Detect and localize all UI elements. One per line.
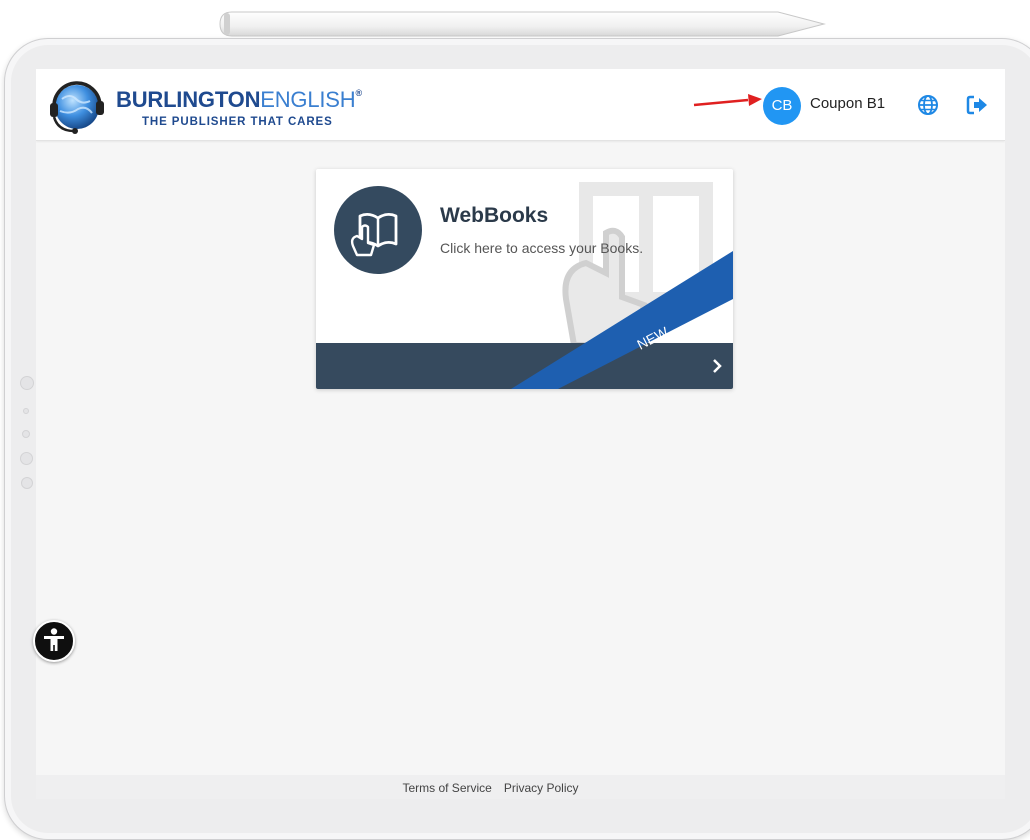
footer-links: Terms of Service Privacy Policy — [36, 781, 945, 795]
card-title: WebBooks — [440, 204, 549, 227]
brand-name-light: ENGLISH — [260, 87, 356, 112]
card-description: Click here to access your Books. — [440, 240, 644, 256]
book-watermark-icon — [562, 182, 713, 344]
brand-tagline: THE PUBLISHER THAT CARES — [142, 116, 333, 128]
brand-name: BURLINGTONENGLISH® — [116, 87, 362, 113]
accessibility-icon[interactable] — [33, 620, 75, 662]
burlington-english-logo[interactable]: BURLINGTONENGLISH® THE PUBLISHER THAT CA… — [46, 75, 362, 137]
tablet-side-button — [23, 408, 29, 414]
stylus-pencil — [219, 11, 826, 37]
book-hand-icon — [334, 186, 422, 274]
tablet-side-button — [20, 376, 34, 390]
globe-icon[interactable] — [917, 94, 939, 116]
username-label[interactable]: Coupon B1 — [810, 95, 885, 112]
annotation-arrow — [693, 94, 762, 107]
user-avatar[interactable]: CB — [763, 87, 801, 125]
brand-name-bold: BURLINGTON — [116, 87, 261, 112]
tablet-side-button — [20, 452, 33, 465]
logout-icon[interactable] — [966, 95, 988, 115]
card-footer-bar[interactable] — [316, 343, 733, 389]
top-navigation-bar: BURLINGTONENGLISH® THE PUBLISHER THAT CA… — [36, 69, 1005, 141]
headset-globe-icon — [50, 81, 104, 134]
webbooks-card[interactable]: WebBooks Click here to access your Books… — [316, 169, 733, 389]
registered-mark: ® — [355, 88, 362, 98]
terms-of-service-link[interactable]: Terms of Service — [402, 781, 491, 795]
chevron-right-icon[interactable] — [711, 358, 723, 374]
tablet-side-button — [21, 477, 33, 489]
privacy-policy-link[interactable]: Privacy Policy — [504, 781, 579, 795]
tablet-side-button — [22, 430, 30, 438]
app-screen: BURLINGTONENGLISH® THE PUBLISHER THAT CA… — [36, 69, 1005, 799]
